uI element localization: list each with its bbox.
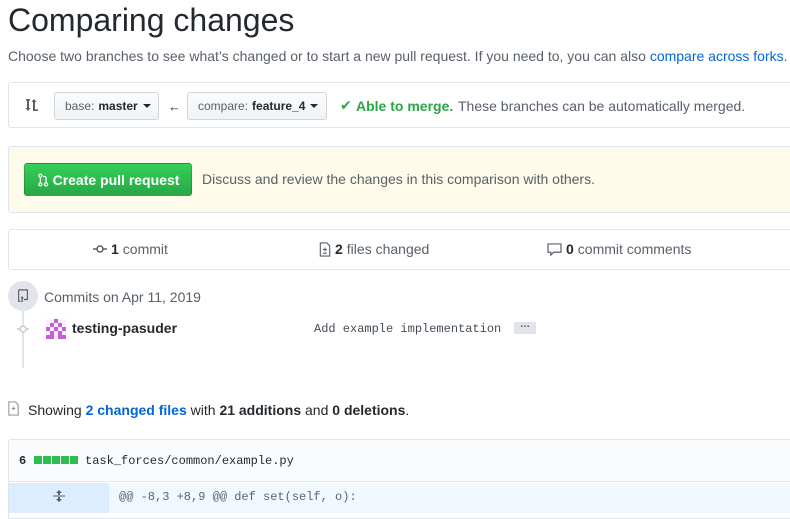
diffstat-block <box>70 456 78 464</box>
diffstat-blocks <box>34 456 78 464</box>
avatar[interactable] <box>46 319 66 339</box>
deletions-count: 0 deletions <box>332 402 406 418</box>
comment-icon <box>547 242 562 256</box>
compare-branch-name: feature_4 <box>252 99 306 113</box>
compare-prefix: compare: <box>198 99 249 113</box>
files-changed-tab[interactable]: 2 files changed <box>319 241 429 257</box>
git-commit-icon <box>93 245 107 253</box>
diffstat-block <box>34 456 42 464</box>
chevron-down-icon <box>142 104 151 108</box>
summary-prefix: Showing <box>28 402 82 418</box>
file-path-link[interactable]: task_forces/common/example.py <box>85 454 294 468</box>
hunk-header-text: @@ -8,3 +8,9 @@ def set(self, o): <box>119 490 357 504</box>
commits-date-heading: Commits on Apr 11, 2019 <box>44 289 201 305</box>
base-branch-select[interactable]: base: master <box>54 92 159 120</box>
chevron-down-icon <box>310 104 319 108</box>
commits-label: commit <box>122 241 168 257</box>
comments-count: 0 <box>566 241 574 257</box>
page-title: Comparing changes <box>8 2 295 38</box>
summary-with: with <box>190 402 216 418</box>
subtitle-text: Choose two branches to see what’s change… <box>8 48 646 64</box>
summary-end: . <box>405 402 410 418</box>
compare-sync-icon <box>24 97 40 113</box>
commit-message-link[interactable]: Add example implementation <box>314 322 501 336</box>
diffstat-block <box>61 456 69 464</box>
files-count: 2 <box>335 241 343 257</box>
expand-commit-message-button[interactable]: … <box>514 320 536 334</box>
subtitle-end: . <box>783 48 788 64</box>
compare-branch-select[interactable]: compare: feature_4 <box>187 92 327 120</box>
page-subtitle: Choose two branches to see what’s change… <box>8 48 788 64</box>
file-diff-icon <box>319 241 331 257</box>
create-pull-request-button[interactable]: Create pull request <box>24 163 192 196</box>
unfold-icon[interactable] <box>52 490 66 506</box>
commits-tab[interactable]: 1 commit <box>93 241 168 257</box>
create-pull-request-label: Create pull request <box>52 171 180 188</box>
commits-count: 1 <box>111 241 119 257</box>
git-pull-request-icon <box>37 172 48 187</box>
file-changes-count: 6 <box>19 454 27 468</box>
arrow-left-icon: ← <box>168 99 181 114</box>
base-prefix: base: <box>65 99 95 113</box>
diffstat-block <box>43 456 51 464</box>
base-branch-name: master <box>98 99 138 113</box>
commit-comments-tab[interactable]: 0 commit comments <box>547 241 691 257</box>
changed-files-link[interactable]: 2 changed files <box>86 402 187 418</box>
files-label: files changed <box>346 241 430 257</box>
file-diff-icon <box>7 401 20 421</box>
commit-author-link[interactable]: testing-pasuder <box>72 320 177 336</box>
repo-push-icon <box>8 281 38 311</box>
merge-status: Able to merge. <box>356 98 454 114</box>
comments-label: commit comments <box>577 241 692 257</box>
diff-summary: Showing 2 changed files with 21 addition… <box>28 402 409 418</box>
diffstat-block <box>52 456 60 464</box>
additions-count: 21 additions <box>219 402 302 418</box>
summary-and: and <box>305 402 329 418</box>
timeline-line <box>22 310 24 368</box>
merge-description: These branches can be automatically merg… <box>458 98 746 114</box>
commit-dot-icon <box>17 322 29 334</box>
check-icon: ✔ <box>340 97 352 113</box>
compare-across-forks-link[interactable]: compare across forks <box>650 48 784 64</box>
create-pr-description: Discuss and review the changes in this c… <box>202 171 595 187</box>
